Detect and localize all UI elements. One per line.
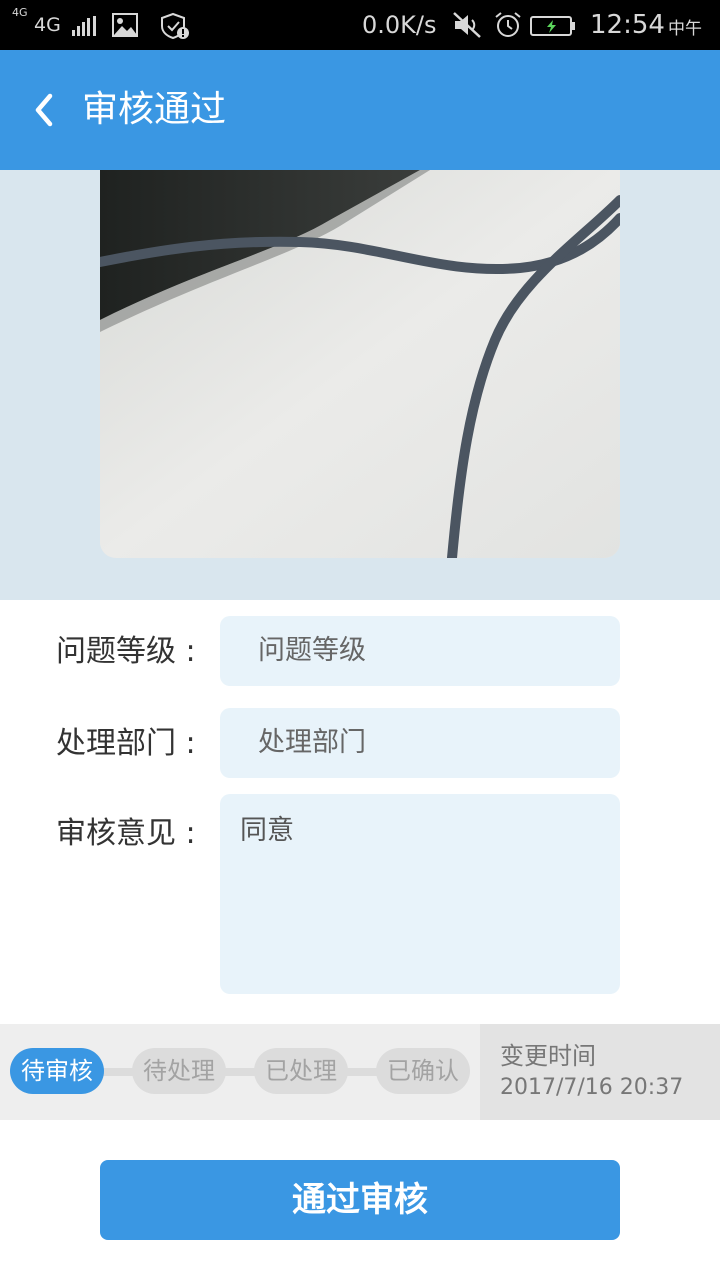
change-time: 变更时间 2017/7/16 20:37 bbox=[480, 1024, 720, 1120]
change-time-value: 2017/7/16 20:37 bbox=[500, 1075, 684, 1100]
step-pending-process: 待处理 bbox=[132, 1048, 226, 1094]
dept-field[interactable]: 处理部门 bbox=[220, 708, 620, 778]
opinion-label: 审核意见 : bbox=[56, 816, 196, 851]
issue-photo[interactable] bbox=[100, 170, 620, 558]
signal-icon bbox=[72, 16, 96, 36]
level-field[interactable]: 问题等级 bbox=[220, 616, 620, 686]
step-pending-review: 待审核 bbox=[10, 1048, 104, 1094]
mute-icon bbox=[453, 12, 481, 38]
back-arrow-icon[interactable] bbox=[28, 88, 62, 132]
level-label: 问题等级 : bbox=[56, 634, 196, 669]
network-speed: 0.0K/s bbox=[362, 11, 437, 39]
clock: 12:54 bbox=[590, 10, 665, 40]
alarm-icon bbox=[495, 12, 521, 37]
change-time-label: 变更时间 bbox=[500, 1042, 596, 1070]
step-processed: 已处理 bbox=[254, 1048, 348, 1094]
app-bar: 审核通过 bbox=[0, 50, 720, 170]
dept-placeholder: 处理部门 bbox=[258, 727, 366, 758]
issue-photo-image bbox=[100, 170, 620, 558]
photo-area bbox=[0, 170, 720, 600]
opinion-textarea[interactable]: 同意 bbox=[220, 794, 620, 994]
opinion-text: 同意 bbox=[240, 815, 294, 846]
image-icon bbox=[112, 13, 138, 37]
page-title: 审核通过 bbox=[82, 89, 227, 130]
status-progress: 待审核 待处理 已处理 已确认 bbox=[0, 1024, 480, 1120]
clock-period: 中午 bbox=[668, 19, 702, 39]
network-small-label: 4G bbox=[12, 6, 28, 19]
shield-icon bbox=[161, 12, 189, 40]
step-confirmed: 已确认 bbox=[376, 1048, 470, 1094]
level-placeholder: 问题等级 bbox=[258, 635, 366, 666]
status-bar: 4G 4G 0.0K/s 12:54 中午 bbox=[0, 0, 720, 50]
approve-button[interactable]: 通过审核 bbox=[100, 1160, 620, 1240]
dept-label: 处理部门 : bbox=[56, 726, 196, 761]
network-label: 4G bbox=[34, 14, 61, 36]
battery-icon bbox=[530, 16, 575, 36]
